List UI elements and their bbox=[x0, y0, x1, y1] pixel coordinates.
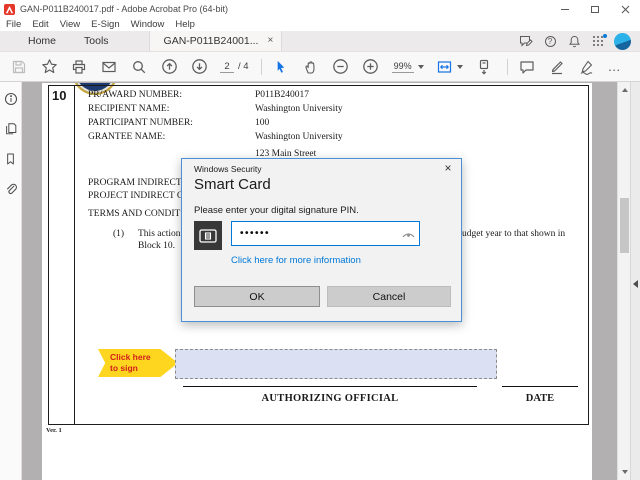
tab-home[interactable]: Home bbox=[14, 31, 70, 51]
search-icon[interactable] bbox=[130, 58, 148, 76]
windows-security-dialog: Windows Security × Smart Card Please ent… bbox=[181, 158, 462, 322]
attachments-paperclip-icon[interactable] bbox=[2, 180, 20, 198]
dialog-heading: Smart Card bbox=[194, 176, 271, 193]
expand-panel-icon[interactable] bbox=[633, 280, 638, 288]
favorite-star-icon[interactable] bbox=[40, 58, 58, 76]
page-thumbnails-icon[interactable] bbox=[2, 120, 20, 138]
signature-line bbox=[183, 386, 477, 387]
help-icon[interactable]: ? bbox=[538, 35, 562, 47]
signature-field[interactable] bbox=[175, 349, 497, 379]
tab-close-icon[interactable]: × bbox=[267, 36, 273, 46]
select-tool-icon[interactable] bbox=[272, 58, 290, 76]
save-icon[interactable] bbox=[10, 58, 28, 76]
tab-document-label: GAN-P011B24001... bbox=[163, 35, 259, 47]
field-label: RECIPIENT NAME: bbox=[88, 104, 170, 114]
menu-view[interactable]: View bbox=[60, 19, 80, 30]
acrobat-app-icon bbox=[4, 3, 15, 15]
pin-input[interactable] bbox=[231, 221, 420, 246]
main-toolbar: 2 / 4 99% … bbox=[0, 52, 640, 82]
print-icon[interactable] bbox=[70, 58, 88, 76]
title-bar: GAN-P011B240017.pdf - Adobe Acrobat Pro … bbox=[0, 0, 640, 18]
field-value: Washington University bbox=[255, 132, 343, 142]
feedback-icon[interactable] bbox=[514, 35, 538, 48]
more-information-link[interactable]: Click here for more information bbox=[231, 255, 361, 266]
user-avatar[interactable] bbox=[610, 32, 634, 50]
tab-strip: Home Tools GAN-P011B24001... × ? bbox=[0, 31, 640, 52]
toolbar-divider bbox=[506, 58, 508, 75]
date-line bbox=[502, 386, 578, 387]
scrolling-mode-icon[interactable] bbox=[475, 58, 493, 76]
field-label: GRANTEE NAME: bbox=[88, 132, 166, 142]
zoom-out-icon[interactable] bbox=[332, 58, 350, 76]
previous-page-icon[interactable] bbox=[160, 58, 178, 76]
date-label: DATE bbox=[525, 393, 555, 404]
field-value: 100 bbox=[255, 118, 270, 128]
page-total-label: / 4 bbox=[238, 60, 249, 72]
zoom-level-value[interactable]: 99% bbox=[391, 61, 414, 73]
menu-window[interactable]: Window bbox=[131, 19, 165, 30]
minimize-button[interactable] bbox=[550, 0, 580, 18]
document-info-icon[interactable] bbox=[2, 90, 20, 108]
zoom-in-icon[interactable] bbox=[362, 58, 380, 76]
menu-edit[interactable]: Edit bbox=[32, 19, 48, 30]
comment-icon[interactable] bbox=[518, 58, 536, 76]
sign-pen-icon[interactable] bbox=[578, 58, 596, 76]
apps-notification-dot bbox=[603, 33, 607, 38]
version-label: Ver. 1 bbox=[46, 427, 62, 434]
tools-panel-strip bbox=[630, 82, 640, 480]
menu-help[interactable]: Help bbox=[175, 19, 195, 30]
dialog-title: Windows Security bbox=[194, 164, 262, 174]
highlight-pen-icon[interactable] bbox=[548, 58, 566, 76]
clause-number: (1) bbox=[113, 229, 125, 239]
more-tools-icon[interactable]: … bbox=[608, 59, 622, 74]
smart-card-icon bbox=[194, 221, 222, 250]
field-label: PARTICIPANT NUMBER: bbox=[88, 118, 193, 128]
hand-tool-icon[interactable] bbox=[302, 58, 320, 76]
menu-bar: File Edit View E-Sign Window Help bbox=[0, 18, 640, 31]
field-value: Washington University bbox=[255, 104, 343, 114]
pin-prompt-text: Please enter your digital signature PIN. bbox=[194, 205, 359, 216]
field-label: PR/AWARD NUMBER: bbox=[88, 90, 182, 100]
maximize-button[interactable] bbox=[580, 0, 610, 18]
tab-document[interactable]: GAN-P011B24001... × bbox=[148, 31, 283, 51]
window-title: GAN-P011B240017.pdf - Adobe Acrobat Pro … bbox=[20, 4, 228, 14]
table-column-divider bbox=[74, 85, 75, 425]
email-icon[interactable] bbox=[100, 58, 118, 76]
field-value: P011B240017 bbox=[255, 90, 310, 100]
ok-button[interactable]: OK bbox=[194, 286, 320, 307]
section-heading: TERMS AND CONDIT bbox=[88, 209, 181, 219]
authorizing-official-label: AUTHORIZING OFFICIAL bbox=[261, 393, 399, 404]
bookmarks-icon[interactable] bbox=[2, 150, 20, 168]
scrollbar-thumb[interactable] bbox=[620, 198, 629, 253]
menu-file[interactable]: File bbox=[6, 19, 21, 30]
next-page-icon[interactable] bbox=[190, 58, 208, 76]
tab-tools[interactable]: Tools bbox=[70, 31, 123, 51]
page-number-widget: 2 / 4 bbox=[220, 61, 249, 73]
clause-text-line2: Block 10. bbox=[138, 241, 175, 251]
menu-esign[interactable]: E-Sign bbox=[91, 19, 120, 30]
clause-text-right: udget year to that shown in bbox=[462, 229, 566, 239]
navigation-sidebar bbox=[0, 82, 22, 480]
toolbar-divider bbox=[260, 58, 262, 75]
zoom-level-widget[interactable]: 99% bbox=[391, 61, 424, 73]
page-number-input[interactable]: 2 bbox=[220, 61, 234, 73]
acrobat-window: GAN-P011B240017.pdf - Adobe Acrobat Pro … bbox=[0, 0, 640, 480]
section-heading: PROJECT INDIRECT C bbox=[88, 191, 184, 201]
cancel-button[interactable]: Cancel bbox=[327, 286, 451, 307]
chevron-down-icon bbox=[417, 64, 424, 69]
chevron-down-icon bbox=[456, 64, 463, 69]
section-heading: PROGRAM INDIRECT bbox=[88, 178, 182, 188]
close-button[interactable] bbox=[610, 0, 640, 18]
reveal-password-eye-icon[interactable] bbox=[402, 227, 415, 245]
notifications-bell-icon[interactable] bbox=[562, 35, 586, 48]
vertical-scrollbar[interactable] bbox=[617, 82, 630, 480]
apps-grid-icon[interactable] bbox=[586, 33, 610, 47]
block-number: 10 bbox=[52, 88, 67, 103]
fit-width-widget[interactable] bbox=[436, 59, 463, 75]
dialog-close-icon[interactable]: × bbox=[441, 161, 455, 175]
